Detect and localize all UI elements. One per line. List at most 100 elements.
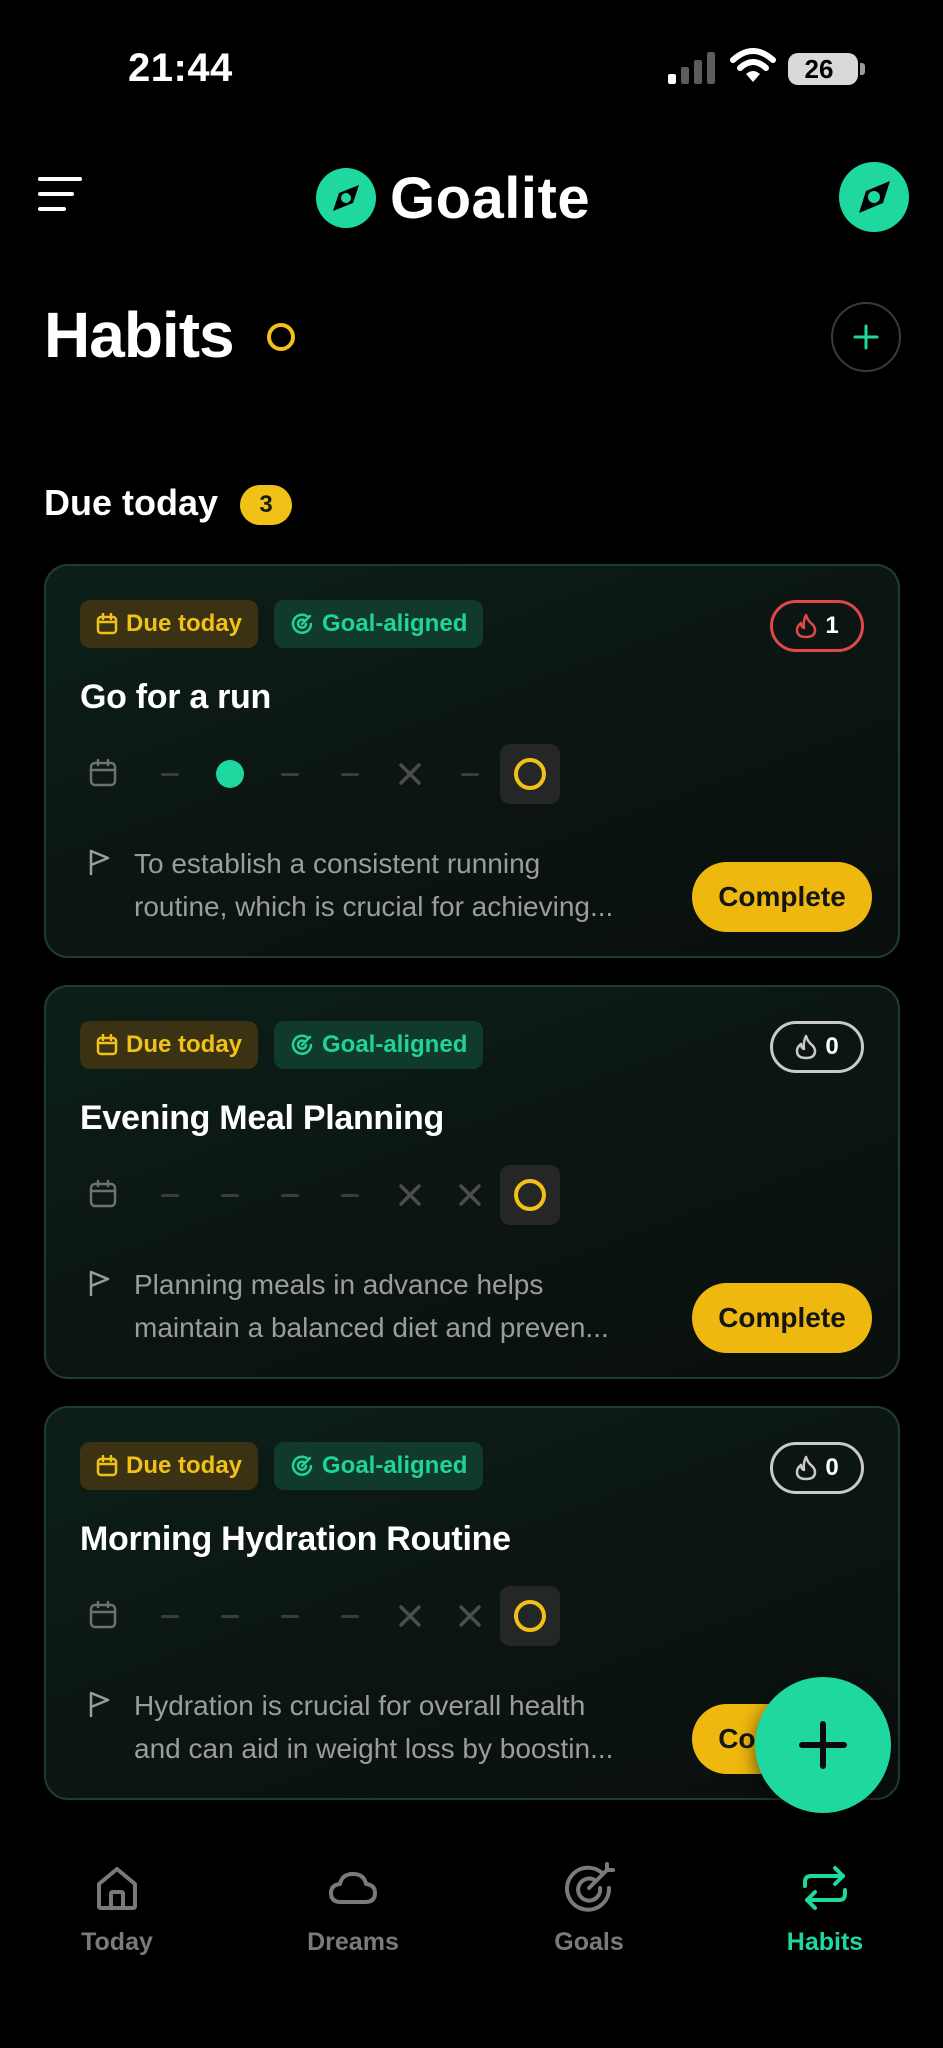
week-day-5: [380, 1165, 440, 1225]
flag-icon: [89, 1691, 110, 1718]
description-line: Hydration is crucial for overall health: [134, 1690, 586, 1721]
nav-goals[interactable]: Goals: [499, 1862, 679, 1972]
profile-avatar-icon[interactable]: [839, 162, 909, 232]
streak-badge: 1: [770, 600, 864, 652]
home-icon: [97, 1867, 137, 1910]
target-icon: [291, 1034, 313, 1055]
bottom-navigation: Today Dreams Goals Habits: [0, 1840, 943, 2048]
week-day-4: [320, 744, 380, 804]
due-today-chip: Due today: [80, 1021, 259, 1069]
habit-description: Planning meals in advance helps maintain …: [134, 1263, 654, 1349]
week-day-7[interactable]: [500, 744, 560, 804]
chip-label: Goal-aligned: [322, 1452, 468, 1479]
week-tracker: [80, 1165, 580, 1225]
plus-icon: [799, 1721, 847, 1769]
no-entry-mark: [341, 1614, 359, 1618]
flame-icon: [796, 613, 817, 639]
create-fab-button[interactable]: [755, 1677, 891, 1813]
calendar-icon: [96, 1034, 118, 1056]
streak-count: 0: [825, 1033, 839, 1060]
week-day-7[interactable]: [500, 1165, 560, 1225]
goal-aligned-chip: Goal-aligned: [274, 1021, 484, 1069]
nav-dreams[interactable]: Dreams: [263, 1862, 443, 1972]
week-day-6: [440, 1165, 500, 1225]
week-day-3: [260, 744, 320, 804]
week-day-7[interactable]: [500, 1586, 560, 1646]
week-day-1: [140, 1165, 200, 1225]
streak-count: 1: [825, 612, 839, 639]
battery-level: 26: [804, 54, 834, 84]
chip-label: Due today: [126, 610, 243, 637]
no-entry-mark: [161, 1614, 179, 1618]
week-day-1: [140, 1586, 200, 1646]
section-title: Due today: [44, 482, 219, 523]
habit-title[interactable]: Evening Meal Planning: [80, 1099, 444, 1138]
complete-button[interactable]: Complete: [692, 862, 872, 932]
week-day-2: [200, 744, 260, 804]
due-today-chip: Due today: [80, 600, 259, 648]
week-day-4: [320, 1165, 380, 1225]
nav-label: Habits: [786, 1928, 864, 1956]
goal-aligned-chip: Goal-aligned: [274, 1442, 484, 1490]
today-ring-icon: [514, 1600, 546, 1632]
menu-button[interactable]: [38, 175, 84, 213]
calendar-icon: [89, 758, 117, 787]
calendar-icon: [96, 1455, 118, 1477]
battery-nub: [860, 63, 865, 75]
no-entry-mark: [341, 772, 359, 776]
completed-dot: [216, 760, 244, 788]
chip-label: Goal-aligned: [322, 1031, 468, 1058]
habit-card[interactable]: Due today Goal-aligned 1 Go for a run To est…: [44, 564, 900, 958]
missed-x-icon: [399, 763, 421, 785]
habit-title[interactable]: Go for a run: [80, 678, 271, 717]
week-day-2: [200, 1165, 260, 1225]
week-day-5: [380, 744, 440, 804]
streak-count: 0: [825, 1454, 839, 1481]
cellular-signal-icon: [668, 52, 715, 84]
no-entry-mark: [221, 1614, 239, 1618]
status-time: 21:44: [128, 46, 233, 90]
today-ring-icon: [514, 758, 546, 790]
due-today-chip: Due today: [80, 1442, 259, 1490]
week-day-4: [320, 1586, 380, 1646]
brand: Goalite: [316, 163, 590, 233]
missed-x-icon: [399, 1605, 421, 1627]
plus-icon: [853, 324, 879, 350]
add-habit-button[interactable]: [831, 302, 901, 372]
no-entry-mark: [221, 1193, 239, 1197]
nav-habits[interactable]: Habits: [735, 1862, 915, 1972]
week-tracker: [80, 1586, 580, 1646]
habit-card[interactable]: Due today Goal-aligned 0 Evening Meal Plann…: [44, 985, 900, 1379]
missed-x-icon: [399, 1184, 421, 1206]
flame-icon: [796, 1455, 817, 1481]
description-line: Planning meals in advance helps: [134, 1269, 544, 1300]
calendar-icon: [89, 1600, 117, 1629]
missed-x-icon: [459, 1184, 481, 1206]
calendar-icon: [89, 1179, 117, 1208]
target-icon: [291, 613, 313, 634]
menu-icon-line: [38, 192, 74, 196]
week-day-3: [260, 1586, 320, 1646]
brand-name: Goalite: [390, 165, 591, 231]
status-bar: 21:44 26: [0, 0, 943, 140]
streak-badge: 0: [770, 1442, 864, 1494]
habit-title[interactable]: Morning Hydration Routine: [80, 1520, 511, 1559]
no-entry-mark: [461, 772, 479, 776]
flame-icon: [796, 1034, 817, 1060]
no-entry-mark: [341, 1193, 359, 1197]
habit-description: Hydration is crucial for overall health a…: [134, 1684, 654, 1770]
habit-description: To establish a consistent running routine…: [134, 842, 654, 928]
chip-label: Due today: [126, 1452, 243, 1479]
week-day-2: [200, 1586, 260, 1646]
description-line: and can aid in weight loss by boostin...: [134, 1733, 614, 1764]
cloud-icon: [329, 1872, 377, 1904]
nav-today[interactable]: Today: [27, 1862, 207, 1972]
page-title: Habits: [44, 299, 235, 371]
chip-label: Goal-aligned: [322, 610, 468, 637]
complete-button[interactable]: Complete: [692, 1283, 872, 1353]
no-entry-mark: [281, 1193, 299, 1197]
due-count-badge: 3: [240, 485, 292, 525]
streak-badge: 0: [770, 1021, 864, 1073]
menu-icon: [38, 177, 82, 181]
today-ring-icon: [514, 1179, 546, 1211]
